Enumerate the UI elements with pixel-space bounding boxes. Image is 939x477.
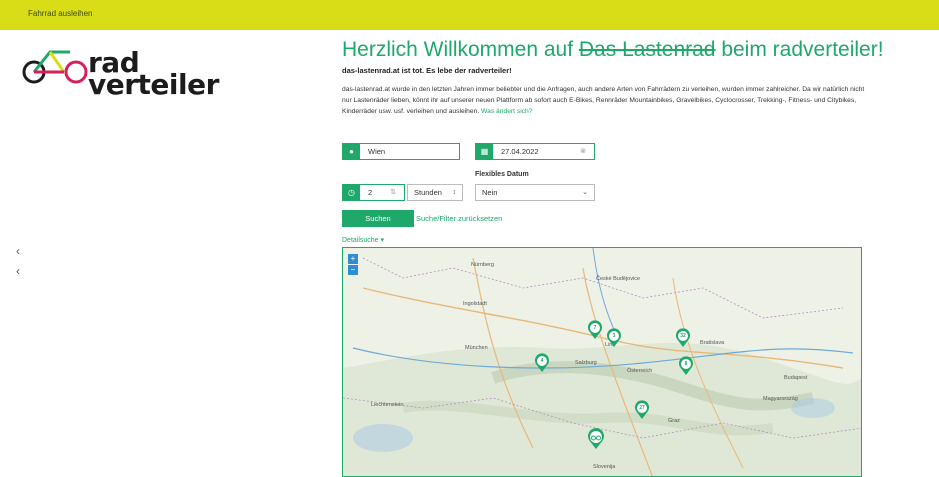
main-content: Herzlich Willkommen auf Das Lastenrad be…	[342, 38, 884, 117]
zoom-in-button[interactable]: +	[348, 254, 358, 264]
map-label-salzburg: Salzburg	[575, 360, 597, 366]
duration-value: 2	[368, 188, 373, 197]
search-button[interactable]: Suchen	[342, 210, 414, 227]
map-label-liechtenstein: Liechtenstein	[371, 402, 404, 408]
select-arrows-icon: ↕	[452, 189, 457, 196]
map-bike-marker[interactable]	[587, 428, 605, 455]
map-label-ingolstadt: Ingolstadt	[463, 301, 487, 307]
map-cluster-marker[interactable]: 3	[606, 328, 622, 353]
map-label-graz: Graz	[668, 418, 680, 424]
map-pin-icon: ●	[343, 144, 360, 159]
side-arrow-icon-2: ‹	[16, 264, 20, 278]
map-label-nuernberg: Nürnberg	[471, 262, 494, 268]
bike-pin-icon	[588, 428, 604, 449]
chevron-down-icon: ⌄	[582, 189, 588, 196]
date-field[interactable]: ▦ 27.04.2022 ⊗	[475, 143, 595, 160]
clear-date-icon[interactable]: ⊗	[580, 144, 594, 159]
intro-text: das-lastenrad.at wurde in den letzten Ja…	[342, 86, 865, 115]
flex-date-select[interactable]: Nein ⌄	[475, 184, 595, 201]
detail-search-label: Detailsuche	[342, 237, 379, 244]
stepper-arrows-icon[interactable]: ⇅	[390, 185, 404, 200]
zoom-controls: + −	[348, 254, 358, 276]
nav-link-fahrrad-ausleihen[interactable]: Fahrrad ausleihen	[28, 9, 92, 18]
zoom-out-button[interactable]: −	[348, 265, 358, 275]
cluster-count: 8	[684, 361, 688, 367]
map-cluster-marker[interactable]: 7	[587, 320, 603, 345]
map-label-magyarorszag: Magyarország	[763, 396, 798, 402]
map-label-budapest: Budapest	[784, 375, 808, 381]
map-label-oesterreich: Österreich	[627, 368, 653, 374]
page-title: Herzlich Willkommen auf Das Lastenrad be…	[342, 38, 884, 62]
cluster-count: 27	[639, 405, 645, 411]
calendar-icon: ▦	[476, 144, 493, 159]
duration-unit-value: Stunden	[414, 188, 442, 197]
title-strikethrough: Das Lastenrad	[578, 38, 716, 61]
map-cluster-marker[interactable]: 27	[634, 400, 650, 425]
caret-down-icon: ▾	[380, 237, 385, 244]
side-arrow-icon: ‹	[16, 244, 20, 258]
map-cluster-marker[interactable]: 8	[678, 356, 694, 381]
map-cluster-marker[interactable]: 4	[534, 353, 550, 378]
logo-wordmark: rad verteiler	[88, 49, 219, 101]
cluster-count: 4	[540, 358, 544, 364]
duration-unit-select[interactable]: Stunden ↕	[407, 184, 463, 201]
map-label-muenchen: München	[465, 345, 488, 351]
cluster-count: 7	[593, 325, 597, 331]
subheading: das-lastenrad.at ist tot. Es lebe der ra…	[342, 66, 512, 75]
was-aendert-sich-link[interactable]: Was ändert sich?	[481, 108, 532, 115]
cluster-count: 3	[612, 333, 616, 339]
top-navbar: Fahrrad ausleihen	[0, 0, 939, 30]
clock-icon: ◷	[343, 185, 360, 200]
title-suffix: beim radverteiler!	[715, 38, 884, 61]
title-prefix: Herzlich Willkommen auf	[342, 38, 579, 61]
cluster-count: 32	[680, 333, 686, 339]
map-cluster-marker[interactable]: 32	[675, 328, 691, 353]
duration-stepper[interactable]: ◷ 2 ⇅	[342, 184, 405, 201]
location-field[interactable]: ● Wien	[342, 143, 460, 160]
map-label-bratislava: Bratislava	[700, 340, 725, 346]
flex-date-value: Nein	[482, 188, 498, 197]
map-label-ceske-budejovice: České Budějovice	[596, 276, 641, 282]
location-value: Wien	[368, 147, 386, 156]
intro-paragraph: das-lastenrad.at wurde in den letzten Ja…	[342, 84, 867, 117]
radverteiler-logo[interactable]: rad verteiler	[20, 44, 219, 99]
flex-date-label: Flexibles Datum	[475, 171, 529, 178]
bike-logo-icon	[22, 50, 88, 84]
reset-filter-link[interactable]: Suche/Filter zurücksetzen	[416, 214, 502, 223]
logo-line-2: verteiler	[88, 68, 219, 101]
date-value: 27.04.2022	[501, 147, 539, 156]
detail-search-toggle[interactable]: Detailsuche ▾	[342, 236, 384, 244]
map-view[interactable]: Nürnberg České Budějovice München Österr…	[342, 247, 862, 477]
map-label-slovenija: Slovenija	[593, 464, 616, 470]
